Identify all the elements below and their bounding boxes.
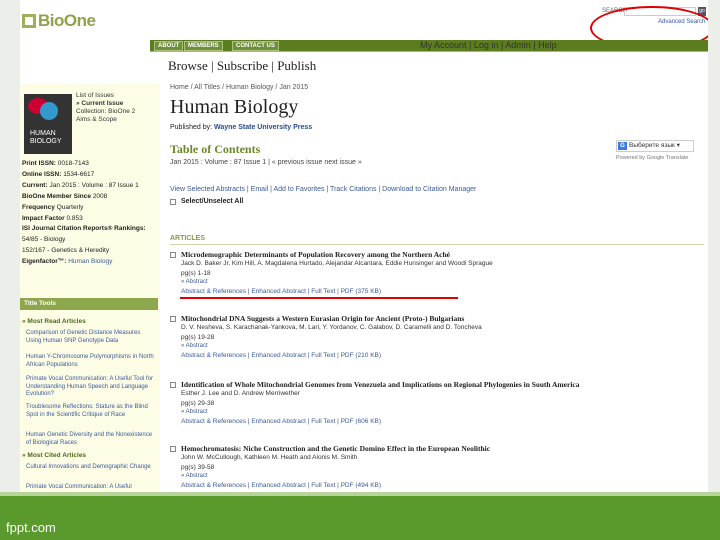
divider <box>170 244 704 245</box>
most-cited-article[interactable]: Cultural Innovations and Demographic Cha… <box>26 464 154 472</box>
journal-title: Human Biology <box>170 96 299 118</box>
articles-heading: ARTICLES <box>170 235 205 242</box>
table-of-contents-heading: Table of Contents <box>170 142 261 156</box>
footer-brand: fppt.com <box>6 520 56 535</box>
article-pages: pg(s) 39-58 <box>181 464 215 471</box>
abstract-toggle[interactable]: » Abstract <box>181 409 208 415</box>
google-icon: G <box>618 142 627 150</box>
webpage: BioOne SEARCH go Advanced Search ABOUT M… <box>20 0 708 492</box>
checkbox[interactable] <box>170 381 176 388</box>
browse-subscribe-publish[interactable]: Browse | Subscribe | Publish <box>168 58 316 74</box>
article-pages: pg(s) 1-18 <box>181 270 211 277</box>
checkbox[interactable] <box>170 198 176 205</box>
info-row: Eigenfactor™: Human Biology <box>22 258 113 265</box>
nav-about[interactable]: ABOUT <box>154 41 184 51</box>
article-authors: Jack D. Baker Jr, Kim Hill, A. Magdalena… <box>181 260 493 267</box>
article-pages: pg(s) 19-28 <box>181 334 215 341</box>
select-all-checkbox[interactable]: Select/Unselect All <box>170 198 243 205</box>
chevron-down-icon: ▾ <box>676 142 680 149</box>
logo-text: BioOne <box>38 11 96 30</box>
info-row: BioOne Member Since 2008 <box>22 193 108 200</box>
powered-by-google[interactable]: Powered by Google Translate <box>616 155 688 161</box>
article-links[interactable]: Abstract & References | Enhanced Abstrac… <box>181 482 381 489</box>
checkbox[interactable] <box>170 445 176 452</box>
info-row: Impact Factor 0.853 <box>22 215 83 222</box>
most-cited-article[interactable]: Primate Vocal Communication: A Useful <box>26 484 154 492</box>
article-authors: John W. McCullough, Kathleen M. Heath an… <box>181 454 358 461</box>
slide-frame-left <box>0 0 20 492</box>
info-row: Frequency Quarterly <box>22 204 84 211</box>
issue-navigation[interactable]: Jan 2015 : Volume : 87 Issue 1 | « previ… <box>170 159 362 166</box>
article-title[interactable]: Microdemographic Determinants of Populat… <box>170 250 450 259</box>
checkbox[interactable] <box>170 251 176 258</box>
translate-dropdown[interactable]: G Выберите язык ▾ <box>616 140 694 152</box>
most-read-article[interactable]: Human Genetic Diversity and the Nonexist… <box>26 432 154 447</box>
article-title[interactable]: Identification of Whole Mitochondrial Ge… <box>170 380 580 389</box>
most-read-article[interactable]: Troublesome Reflections: Stature as the … <box>26 404 154 419</box>
article-links[interactable]: Abstract & References | Enhanced Abstrac… <box>181 352 381 359</box>
abstract-toggle[interactable]: » Abstract <box>181 343 208 349</box>
breadcrumb[interactable]: Home / All Titles / Human Biology / Jan … <box>170 84 308 91</box>
article-title[interactable]: Hemochromatosis: Niche Construction and … <box>170 444 490 453</box>
article-links[interactable]: Abstract & References | Enhanced Abstrac… <box>181 288 381 295</box>
abstract-toggle[interactable]: » Abstract <box>181 473 208 479</box>
nav-members[interactable]: MEMBERS <box>184 41 223 51</box>
article-authors: D. V. Nesheva, S. Karachanak-Yankova, M.… <box>181 324 482 331</box>
site-header: BioOne SEARCH go Advanced Search <box>20 0 708 50</box>
collection-link[interactable]: Collection: BioOne 2 <box>76 108 135 115</box>
info-row: Current: Jan 2015 : Volume : 87 Issue 1 <box>22 182 139 189</box>
journal-cover-image[interactable]: HUMAN BIOLOGY <box>24 94 72 154</box>
most-cited-header[interactable]: » Most Cited Articles <box>22 452 86 459</box>
abstract-toggle[interactable]: » Abstract <box>181 279 208 285</box>
publisher-line: Published by: Wayne State University Pre… <box>170 124 313 131</box>
article-authors: Esther J. Lee and D. Andrew Merriwether <box>181 390 300 397</box>
info-row: ISI Journal Citation Reports® Rankings: <box>22 225 146 232</box>
cover-shape <box>40 102 58 120</box>
current-issue-link[interactable]: » Current Issue <box>76 100 123 107</box>
article-links[interactable]: Abstract & References | Enhanced Abstrac… <box>181 418 381 425</box>
info-row: Online ISSN: 1534-6617 <box>22 171 95 178</box>
article-title[interactable]: Mitochondrial DNA Suggests a Western Eur… <box>170 314 464 323</box>
slide-footer-band <box>0 492 720 540</box>
info-row[interactable]: 54/85 - Biology <box>22 234 158 245</box>
journal-info: Print ISSN: 0018-7143 Online ISSN: 1534-… <box>22 158 158 267</box>
logo-mark-icon <box>22 14 36 28</box>
aims-scope-link[interactable]: Aims & Scope <box>76 116 117 123</box>
article-pages: pg(s) 29-38 <box>181 400 215 407</box>
sidebar: HUMAN BIOLOGY List of Issues » Current I… <box>20 84 160 492</box>
publisher-link[interactable]: Wayne State University Press <box>214 124 312 131</box>
account-links[interactable]: My Account | Log in | Admin | Help <box>420 40 557 50</box>
annotation-red-underline <box>180 297 458 299</box>
cover-title: HUMAN BIOLOGY <box>30 130 62 145</box>
most-read-article[interactable]: Comparison of Genetic Distance Measures … <box>26 330 154 345</box>
bioone-logo[interactable]: BioOne <box>22 11 96 31</box>
slide-frame-right <box>708 0 720 492</box>
selection-actions[interactable]: View Selected Abstracts | Email | Add to… <box>170 186 476 193</box>
checkbox[interactable] <box>170 315 176 322</box>
info-row: Print ISSN: 0018-7143 <box>22 160 89 167</box>
most-read-article[interactable]: Primate Vocal Communication: A Useful To… <box>26 376 154 399</box>
most-read-article[interactable]: Human Y-Chromosome Polymorphisms in Nort… <box>26 354 154 369</box>
nav-contact[interactable]: CONTACT US <box>232 41 279 51</box>
title-tools-header[interactable]: Title Tools <box>20 298 158 310</box>
list-of-issues-link[interactable]: List of Issues <box>76 92 114 99</box>
most-read-header[interactable]: » Most Read Articles <box>22 318 86 325</box>
info-row[interactable]: 152/167 - Genetics & Heredity <box>22 245 158 256</box>
